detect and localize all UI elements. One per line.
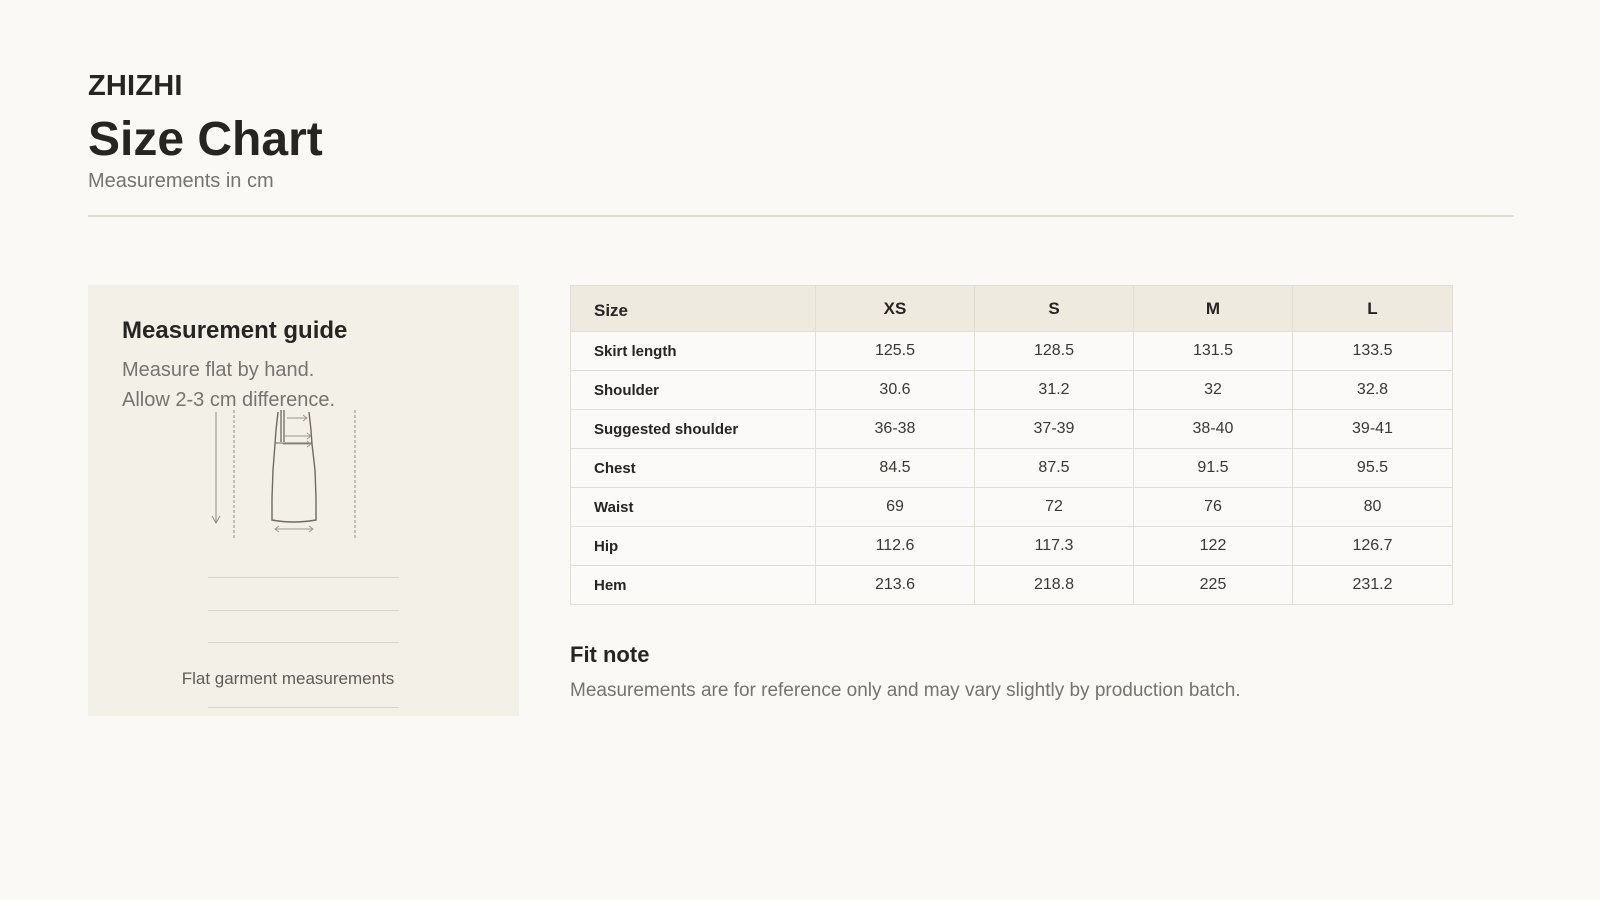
guide-rule: [208, 610, 399, 611]
table-row: Hem 213.6 218.8 225 231.2: [570, 565, 1453, 605]
table-cell: 225: [1133, 565, 1293, 605]
guide-caption: Flat garment measurements: [181, 669, 395, 688]
table-cell: 87.5: [974, 448, 1134, 488]
guide-rule: [208, 577, 399, 578]
row-label: Skirt length: [570, 331, 816, 371]
guide-rule: [208, 642, 399, 643]
fit-note-text: Measurements are for reference only and …: [570, 680, 1241, 701]
table-cell: 131.5: [1133, 331, 1293, 371]
table-cell: 84.5: [815, 448, 975, 488]
table-cell: 32: [1133, 370, 1293, 410]
table-header-row: Size XS S M L: [570, 285, 1453, 332]
table-cell: 126.7: [1292, 526, 1453, 566]
header-divider: [88, 215, 1514, 217]
guide-title: Measurement guide: [122, 317, 348, 344]
table-row: Waist 69 72 76 80: [570, 487, 1453, 527]
table-cell: 231.2: [1292, 565, 1453, 605]
column-header-size: Size: [570, 285, 816, 332]
table-cell: 39-41: [1292, 409, 1453, 449]
table-row: Hip 112.6 117.3 122 126.7: [570, 526, 1453, 566]
table-cell: 133.5: [1292, 331, 1453, 371]
table-cell: 122: [1133, 526, 1293, 566]
table-cell: 37-39: [974, 409, 1134, 449]
table-cell: 218.8: [974, 565, 1134, 605]
table-row: Chest 84.5 87.5 91.5 95.5: [570, 448, 1453, 488]
page-subtitle: Measurements in cm: [88, 170, 274, 192]
row-label: Hip: [570, 526, 816, 566]
row-label: Hem: [570, 565, 816, 605]
table-cell: 69: [815, 487, 975, 527]
table-cell: 80: [1292, 487, 1453, 527]
row-label: Waist: [570, 487, 816, 527]
table-row: Skirt length 125.5 128.5 131.5 133.5: [570, 331, 1453, 371]
table-cell: 36-38: [815, 409, 975, 449]
row-label: Chest: [570, 448, 816, 488]
guide-rule: [208, 707, 399, 708]
table-row: Suggested shoulder 36-38 37-39 38-40 39-…: [570, 409, 1453, 449]
table-cell: 31.2: [974, 370, 1134, 410]
table-row: Shoulder 30.6 31.2 32 32.8: [570, 370, 1453, 410]
table-cell: 213.6: [815, 565, 975, 605]
table-cell: 128.5: [974, 331, 1134, 371]
table-cell: 38-40: [1133, 409, 1293, 449]
guide-instruction: Measure flat by hand.: [122, 359, 315, 381]
column-header-m: M: [1133, 285, 1293, 332]
table-cell: 30.6: [815, 370, 975, 410]
column-header-s: S: [974, 285, 1134, 332]
fit-note-title: Fit note: [570, 642, 650, 667]
table-cell: 91.5: [1133, 448, 1293, 488]
table-cell: 95.5: [1292, 448, 1453, 488]
guide-instruction: Allow 2-3 cm difference.: [122, 389, 336, 411]
table-cell: 76: [1133, 487, 1293, 527]
brand-name: ZHIZHI: [88, 70, 183, 102]
table-cell: 117.3: [974, 526, 1134, 566]
table-cell: 32.8: [1292, 370, 1453, 410]
row-label: Shoulder: [570, 370, 816, 410]
page-title: Size Chart: [88, 113, 323, 166]
table-cell: 72: [974, 487, 1134, 527]
column-header-xs: XS: [815, 285, 975, 332]
measurement-guide-panel: Measurement guide Measure flat by hand. …: [88, 285, 519, 716]
column-header-l: L: [1292, 285, 1453, 332]
table-cell: 125.5: [815, 331, 975, 371]
table-cell: 112.6: [815, 526, 975, 566]
row-label: Suggested shoulder: [570, 409, 816, 449]
size-table: Size XS S M L Skirt length 125.5 128.5 1…: [570, 285, 1453, 605]
dress-measurement-diagram-icon: [211, 410, 356, 538]
